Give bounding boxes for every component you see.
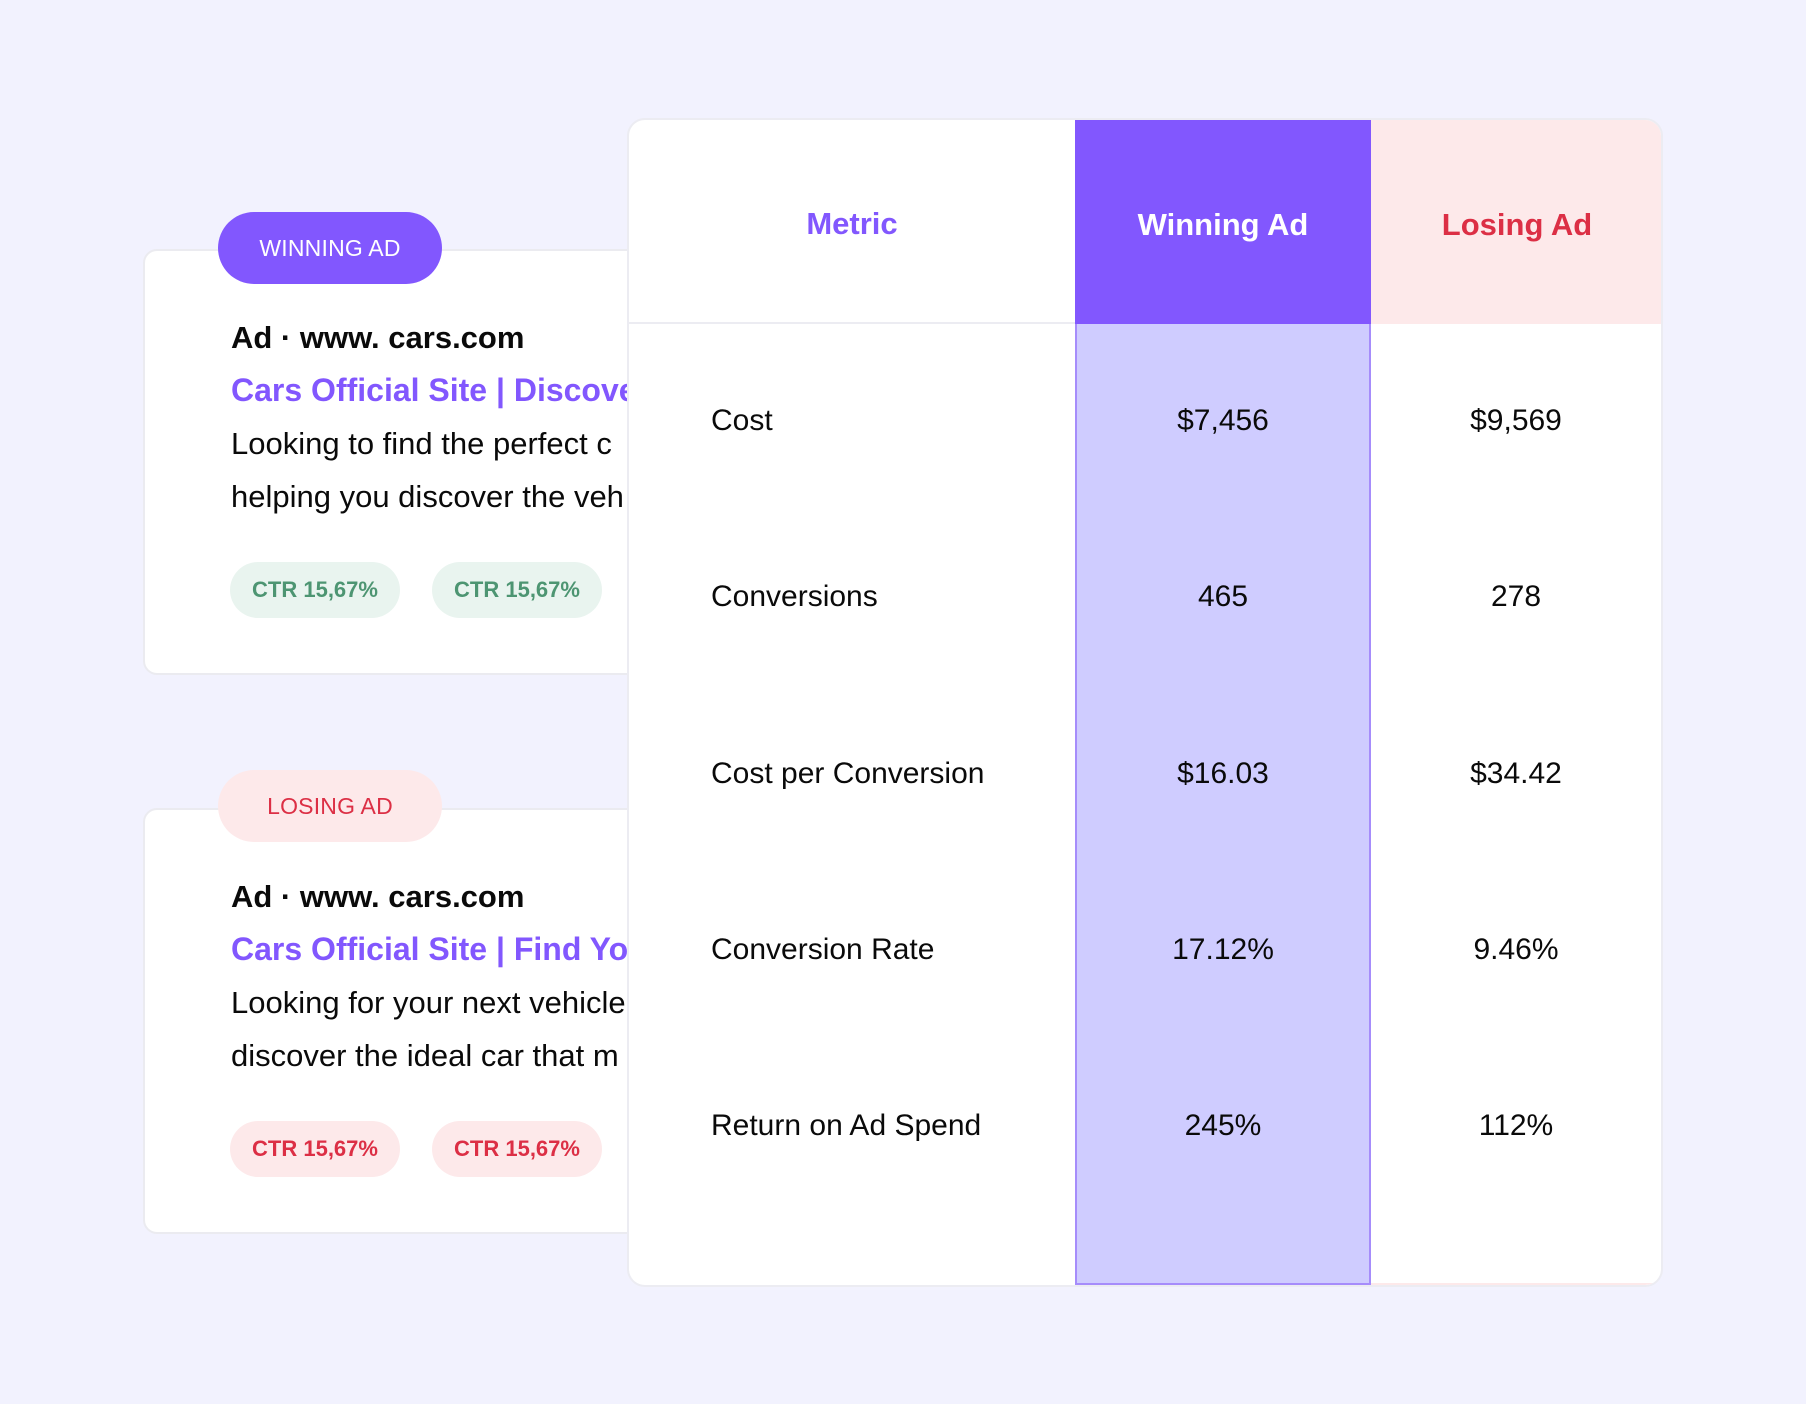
losing-value-cell: $9,569: [1470, 404, 1562, 437]
winning-value-cell: $7,456: [1177, 404, 1269, 437]
losing-ad-card: Ad · www. cars.com Cars Official Site | …: [143, 808, 663, 1234]
header-metric: Metric: [629, 120, 1075, 324]
ctr-chip: CTR 15,67%: [432, 562, 602, 618]
winning-column-body: $7,456 465 $16.03 17.12% 245%: [1075, 324, 1371, 1285]
losing-value-cell: 112%: [1478, 1109, 1554, 1142]
losing-ad-chips: CTR 15,67% CTR 15,67%: [230, 1121, 602, 1177]
winning-ad-chips: CTR 15,67% CTR 15,67%: [230, 562, 602, 618]
metric-cell: Conversions: [711, 580, 878, 613]
winning-ad-badge: WINNING AD: [218, 212, 442, 284]
losing-ad-badge-label: LOSING AD: [267, 792, 393, 819]
header-winning-ad: Winning Ad: [1075, 120, 1371, 324]
metric-column-body: Cost Conversions Cost per Conversion Con…: [629, 324, 1075, 1285]
metric-column: Metric Cost Conversions Cost per Convers…: [629, 120, 1075, 1285]
winning-value-cell: $16.03: [1177, 757, 1269, 790]
metric-cell: Return on Ad Spend: [711, 1109, 982, 1142]
ctr-chip: CTR 15,67%: [432, 1121, 602, 1177]
losing-ad-column: Losing Ad $9,569 278 $34.42 9.46% 112%: [1371, 120, 1661, 1285]
winning-ad-badge-label: WINNING AD: [259, 234, 401, 261]
losing-ad-badge: LOSING AD: [218, 770, 442, 842]
winning-value-cell: 465: [1197, 580, 1249, 613]
comparison-table: Metric Cost Conversions Cost per Convers…: [627, 118, 1663, 1287]
metric-cell: Conversion Rate: [711, 933, 935, 966]
losing-value-cell: 278: [1490, 580, 1542, 613]
ctr-chip: CTR 15,67%: [230, 1121, 400, 1177]
winning-ad-column: Winning Ad $7,456 465 $16.03 17.12% 245%: [1075, 120, 1371, 1285]
winning-ad-card: Ad · www. cars.com Cars Official Site | …: [143, 249, 663, 675]
losing-value-cell: 9.46%: [1473, 933, 1559, 966]
losing-value-cell: $34.42: [1470, 757, 1562, 790]
winning-value-cell: 245%: [1184, 1109, 1262, 1142]
losing-column-body: $9,569 278 $34.42 9.46% 112%: [1371, 324, 1661, 1285]
winning-value-cell: 17.12%: [1172, 933, 1274, 966]
header-losing-ad: Losing Ad: [1371, 120, 1661, 324]
ctr-chip: CTR 15,67%: [230, 562, 400, 618]
metric-cell: Cost per Conversion: [711, 757, 985, 790]
metric-cell: Cost: [711, 404, 773, 437]
